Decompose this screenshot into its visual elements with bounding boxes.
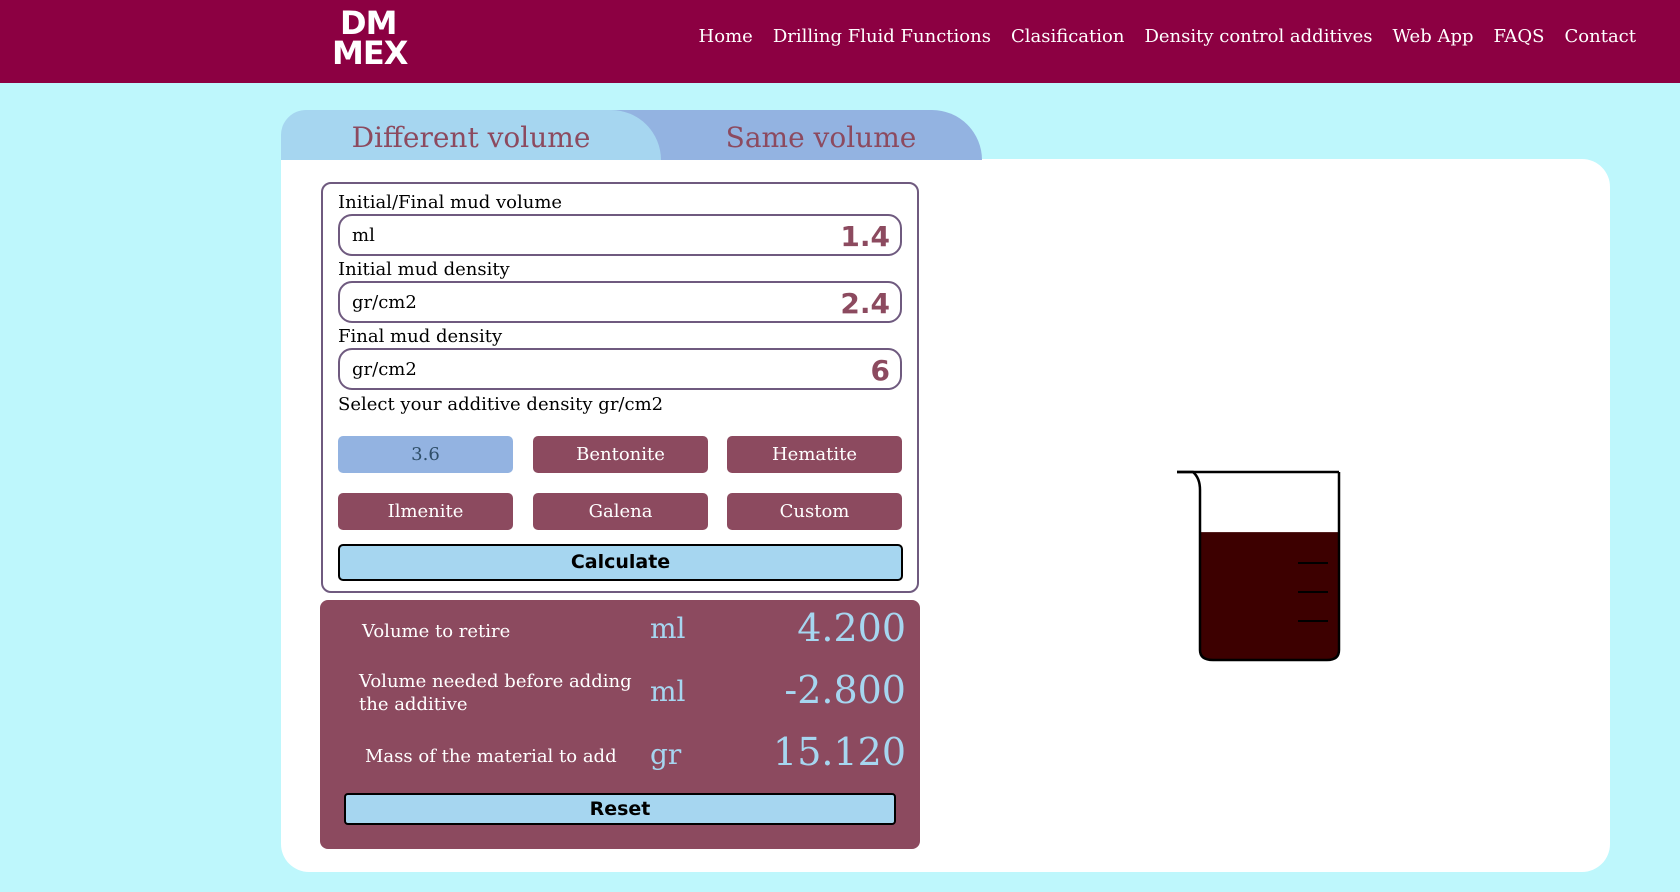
additive-density-label: Select your additive density gr/cm2	[338, 394, 664, 415]
results-panel: Volume to retire ml 4.200 Volume needed …	[320, 600, 920, 849]
volume-needed-unit: ml	[650, 675, 686, 708]
mud-volume-unit: ml	[352, 225, 375, 246]
calculator-form: Initial/Final mud volume ml 1.4 Initial …	[321, 182, 919, 593]
additive-density-value-button[interactable]: 3.6	[338, 436, 513, 473]
mud-volume-label: Initial/Final mud volume	[338, 192, 563, 213]
initial-density-input[interactable]: gr/cm2 2.4	[338, 281, 902, 323]
initial-density-value: 2.4	[840, 287, 890, 320]
mass-to-add-unit: gr	[650, 738, 682, 771]
volume-to-retire-label: Volume to retire	[362, 621, 511, 642]
nav-drilling-fluid-functions[interactable]: Drilling Fluid Functions	[773, 26, 991, 47]
volume-to-retire-unit: ml	[650, 612, 686, 645]
calculate-button[interactable]: Calculate	[338, 544, 903, 581]
volume-needed-label: Volume needed before adding the additive	[359, 671, 632, 715]
mass-to-add-label: Mass of the material to add	[365, 746, 617, 767]
volume-to-retire-value: 4.200	[797, 606, 906, 650]
nav-faqs[interactable]: FAQS	[1494, 26, 1545, 47]
logo[interactable]: DM MEX	[332, 7, 424, 72]
nav-clasification[interactable]: Clasification	[1011, 26, 1125, 47]
initial-density-label: Initial mud density	[338, 259, 510, 280]
beaker-liquid	[1200, 532, 1339, 660]
nav-density-control-additives[interactable]: Density control additives	[1144, 26, 1372, 47]
bentonite-button[interactable]: Bentonite	[533, 436, 708, 473]
final-density-input[interactable]: gr/cm2 6	[338, 348, 902, 390]
mud-volume-value: 1.4	[840, 220, 890, 253]
logo-line-2: MEX	[332, 34, 408, 72]
nav-home[interactable]: Home	[699, 26, 753, 47]
main-nav: Home Drilling Fluid Functions Clasificat…	[699, 26, 1636, 47]
final-density-unit: gr/cm2	[352, 359, 417, 380]
final-density-label: Final mud density	[338, 326, 503, 347]
galena-button[interactable]: Galena	[533, 493, 708, 530]
tab-different-volume[interactable]: Different volume	[281, 110, 661, 160]
header-bar: DM MEX Home Drilling Fluid Functions Cla…	[0, 0, 1680, 83]
mass-to-add-value: 15.120	[773, 730, 906, 774]
nav-web-app[interactable]: Web App	[1393, 26, 1474, 47]
final-density-value: 6	[870, 354, 890, 387]
ilmenite-button[interactable]: Ilmenite	[338, 493, 513, 530]
volume-needed-value: -2.800	[784, 668, 906, 712]
hematite-button[interactable]: Hematite	[727, 436, 902, 473]
beaker-illustration	[1177, 470, 1341, 662]
nav-contact[interactable]: Contact	[1565, 26, 1636, 47]
mud-volume-input[interactable]: ml 1.4	[338, 214, 902, 256]
custom-button[interactable]: Custom	[727, 493, 902, 530]
initial-density-unit: gr/cm2	[352, 292, 417, 313]
reset-button[interactable]: Reset	[344, 793, 896, 825]
